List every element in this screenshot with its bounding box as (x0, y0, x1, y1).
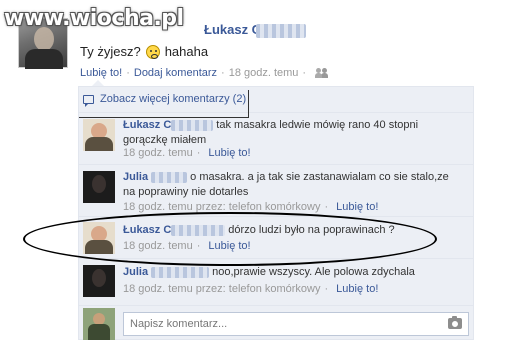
commenter-avatar[interactable] (83, 222, 115, 254)
comment-text-block: Julia noo,prawie wszyscy. Ale polowa zdy… (123, 265, 463, 280)
camera-icon[interactable] (448, 316, 462, 329)
comment-via: przez: telefon komórkowy (195, 283, 321, 295)
post-text-tail: hahaha (164, 44, 209, 59)
comment-author[interactable]: Julia (123, 171, 148, 183)
comment-item: Julia noo,prawie wszyscy. Ale polowa zdy… (79, 258, 473, 305)
commenter-avatar[interactable] (83, 171, 115, 203)
comment-item: Łukasz C dórzo ludzi było na poprawinach … (79, 216, 473, 258)
see-more-annotation-box (79, 90, 249, 118)
comment-meta: 18 godz. temu przez: telefon komórkowy · L… (123, 283, 379, 295)
comment-time[interactable]: 18 godz. temu (123, 201, 193, 213)
comment-body: noo,prawie wszyscy. Ale polowa zdychala (212, 266, 415, 278)
comment-item: Julia o masakra. a ja tak sie zastanawia… (79, 164, 473, 216)
smiley-emoji-icon (145, 44, 160, 59)
comment-body: dórzo ludzi było na poprawinach ? (228, 224, 395, 236)
comment-input[interactable]: Napisz komentarz... (123, 312, 469, 336)
comment-text-block: Julia o masakra. a ja tak sie zastanawia… (123, 170, 463, 200)
comment-meta: 18 godz. temu · Lubię to! (123, 240, 251, 252)
post-author-name[interactable]: Łukasz C (204, 22, 261, 37)
watermark: www.wiocha.pl (4, 6, 184, 31)
comment-meta: 18 godz. temu przez: telefon komórkowy · L… (123, 201, 379, 213)
write-comment-row: Napisz komentarz... (79, 305, 473, 341)
comment-text-block: Łukasz C dórzo ludzi było na poprawinach … (123, 223, 463, 238)
comment-time[interactable]: 18 godz. temu (123, 240, 193, 252)
comment-like-link[interactable]: Lubię to! (208, 240, 250, 252)
current-user-avatar[interactable] (83, 308, 115, 340)
add-comment-link[interactable]: Dodaj komentarz (134, 67, 217, 79)
censored-surname (256, 24, 306, 38)
commenter-avatar[interactable] (83, 119, 115, 151)
comment-input-placeholder: Napisz komentarz... (130, 318, 228, 330)
comment-time[interactable]: 18 godz. temu (123, 147, 193, 159)
friends-icon[interactable] (315, 68, 328, 78)
post-text: Ty żyjesz? hahaha (80, 44, 208, 59)
comment-meta: 18 godz. temu · Lubię to! (123, 147, 251, 159)
comment-item: Łukasz Ctak masakra ledwie mówię rano 40… (79, 112, 473, 164)
comments-panel: Zobacz więcej komentarzy (2) Łukasz Ctak… (78, 86, 474, 340)
comment-author[interactable]: Łukasz C (123, 224, 171, 236)
comment-via: przez: telefon komórkowy (195, 201, 321, 213)
post-timestamp[interactable]: 18 godz. temu (229, 67, 299, 79)
comment-author[interactable]: Łukasz C (123, 119, 171, 131)
like-link[interactable]: Lubię to! (80, 67, 122, 79)
post-actions: Lubię to! · Dodaj komentarz · 18 godz. t… (80, 67, 328, 79)
comment-like-link[interactable]: Lubię to! (208, 147, 250, 159)
comment-time[interactable]: 18 godz. temu (123, 283, 193, 295)
comment-text-block: Łukasz Ctak masakra ledwie mówię rano 40… (123, 118, 463, 148)
post-text-main: Ty żyjesz? (80, 44, 141, 59)
comment-like-link[interactable]: Lubię to! (336, 283, 378, 295)
commenter-avatar[interactable] (83, 265, 115, 297)
comment-author[interactable]: Julia (123, 266, 148, 278)
comment-like-link[interactable]: Lubię to! (336, 201, 378, 213)
